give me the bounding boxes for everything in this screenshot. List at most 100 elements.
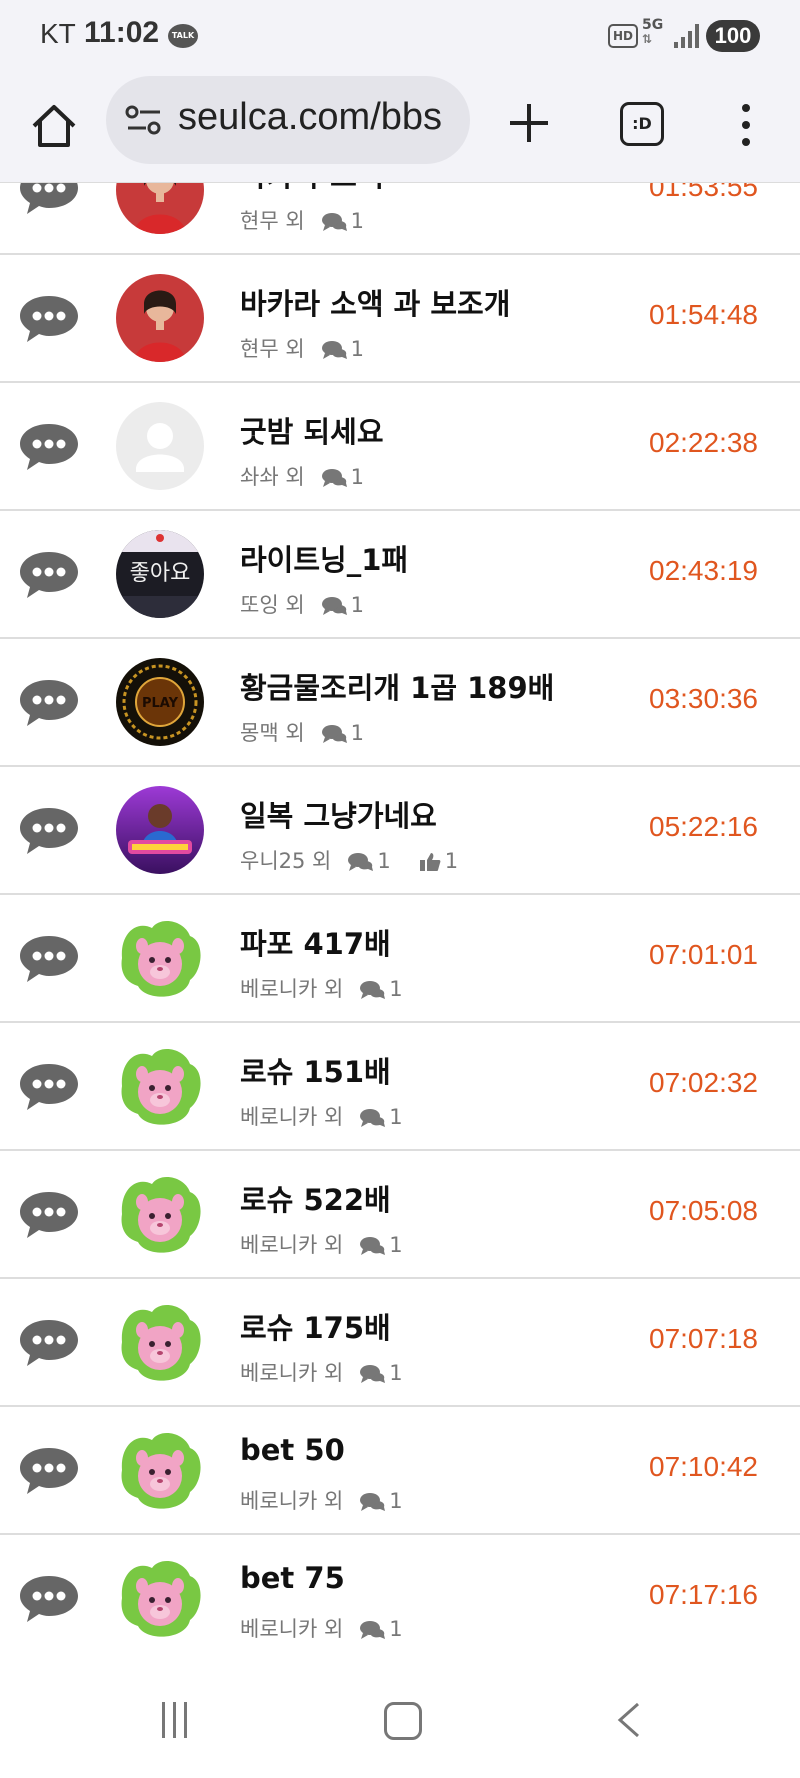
- chat-bubble-icon: [18, 183, 80, 217]
- avatar[interactable]: 좋아요: [116, 530, 204, 618]
- svg-text:좋아요: 좋아요: [130, 561, 191, 586]
- list-item[interactable]: 바카라 소액현무 외 1 01:53:55: [0, 183, 800, 255]
- list-item[interactable]: 파포 417배 베로니카 외 1 07:01:01: [0, 895, 800, 1023]
- post-author: 베로니카 외: [240, 977, 344, 1001]
- post-meta: 베로니카 외 1: [240, 1485, 403, 1515]
- post-title[interactable]: bet 50: [240, 1433, 345, 1467]
- avatar[interactable]: [116, 274, 204, 362]
- comment-icon: [359, 1233, 386, 1257]
- post-meta: 베로니카 외 1: [240, 973, 403, 1003]
- avatar[interactable]: [116, 402, 204, 490]
- post-title[interactable]: 파포 417배: [240, 921, 391, 963]
- list-item[interactable]: 바카라 소액 과 보조개 현무 외 1 01:54:48: [0, 255, 800, 383]
- post-meta: 솨솨 외 1: [240, 461, 364, 491]
- list-item[interactable]: 로슈 522배베로니카 외 1 07:05:08: [0, 1151, 800, 1279]
- network-5g-icon: 5G ⇅: [642, 17, 664, 46]
- carrier-label: KT: [40, 18, 76, 49]
- avatar[interactable]: [116, 1170, 204, 1258]
- post-time: 07:17:16: [649, 1579, 758, 1610]
- post-time: 02:22:38: [649, 427, 758, 458]
- like-count: 1: [444, 849, 459, 873]
- thumbs-up-icon: [419, 849, 441, 873]
- avatar[interactable]: [116, 183, 204, 234]
- post-title[interactable]: 바카라 소액: [240, 183, 384, 195]
- post-time: 07:02:32: [649, 1067, 758, 1098]
- battery-level: 100: [706, 20, 760, 52]
- comment-count: 1: [389, 1361, 403, 1385]
- avatar[interactable]: PLAY: [116, 658, 204, 746]
- avatar[interactable]: [116, 1554, 204, 1642]
- chat-bubble-icon: [18, 1573, 80, 1625]
- post-title[interactable]: 로슈 151배: [240, 1049, 391, 1091]
- svg-text:PLAY: PLAY: [142, 696, 179, 711]
- home-nav-icon[interactable]: [384, 1702, 422, 1740]
- comment-icon: [359, 977, 386, 1001]
- avatar[interactable]: [116, 1298, 204, 1386]
- comment-icon: [321, 465, 347, 489]
- avatar[interactable]: [116, 1042, 204, 1130]
- site-settings-icon[interactable]: [124, 104, 164, 136]
- post-author: 현무 외: [240, 209, 305, 233]
- chat-bubble-icon: [18, 1445, 80, 1497]
- comment-count: 1: [389, 1489, 403, 1513]
- comment-count: 1: [389, 977, 403, 1001]
- list-item[interactable]: bet 75 베로니카 외 1 07:17:16: [0, 1535, 800, 1660]
- post-meta: 또잉 외 1: [240, 589, 364, 619]
- post-author: 베로니카 외: [240, 1233, 344, 1257]
- comment-count: 1: [350, 465, 365, 489]
- recent-apps-icon[interactable]: [162, 1702, 198, 1738]
- clock: 11:02: [84, 16, 160, 49]
- list-item[interactable]: bet 50 베로니카 외 1 07:10:42: [0, 1407, 800, 1535]
- chat-bubble-icon: [18, 293, 80, 345]
- post-time: 07:05:08: [649, 1195, 758, 1226]
- list-item[interactable]: 굿밤 되세요솨솨 외 1 02:22:38: [0, 383, 800, 511]
- post-author: 베로니카 외: [240, 1489, 344, 1513]
- comment-count: 1: [389, 1233, 403, 1257]
- network-label: 5G: [642, 17, 664, 33]
- chat-bubble-icon: [18, 421, 80, 473]
- chat-bubble-icon: [18, 549, 80, 601]
- status-bar: KT 11:02 TALK HD 5G ⇅ 100: [0, 0, 800, 72]
- post-meta: 베로니카 외 1: [240, 1613, 403, 1643]
- list-item[interactable]: 좋아요 라이트닝_1패또잉 외 1 02:43:19: [0, 511, 800, 639]
- comment-icon: [347, 849, 374, 873]
- comment-icon: [359, 1489, 386, 1513]
- post-title[interactable]: 황금물조리개 1곱 189배: [240, 665, 554, 707]
- post-meta: 몽맥 외 1: [240, 717, 364, 747]
- post-time: 02:43:19: [649, 555, 758, 586]
- post-author: 베로니카 외: [240, 1105, 344, 1129]
- post-time: 03:30:36: [649, 683, 758, 714]
- list-item[interactable]: 일복 그냥가네요 우니25 외 1 1 05:22:16: [0, 767, 800, 895]
- post-author: 솨솨 외: [240, 465, 305, 489]
- comment-icon: [359, 1617, 386, 1641]
- new-tab-icon[interactable]: [506, 100, 552, 146]
- kakaotalk-notification-icon: TALK: [168, 24, 198, 48]
- avatar[interactable]: [116, 914, 204, 1002]
- list-item[interactable]: 로슈 151배 베로니카 외 1 07:02:32: [0, 1023, 800, 1151]
- post-title[interactable]: 바카라 소액 과 보조개: [240, 281, 510, 323]
- tab-switcher-button[interactable]: :D: [620, 102, 664, 146]
- comment-icon: [321, 721, 347, 745]
- avatar[interactable]: [116, 786, 204, 874]
- list-item[interactable]: 로슈 175배베로니카 외 1 07:07:18: [0, 1279, 800, 1407]
- post-time: 07:07:18: [649, 1323, 758, 1354]
- browser-toolbar: seulca.com/bbs :D: [0, 72, 800, 183]
- post-author: 또잉 외: [240, 593, 305, 617]
- post-title[interactable]: 로슈 175배: [240, 1305, 391, 1347]
- post-title[interactable]: 로슈 522배: [240, 1177, 391, 1219]
- post-title[interactable]: 굿밤 되세요: [240, 409, 384, 451]
- back-icon[interactable]: [614, 1700, 644, 1740]
- post-time: 07:10:42: [649, 1451, 758, 1482]
- post-author: 베로니카 외: [240, 1617, 344, 1641]
- address-bar[interactable]: seulca.com/bbs: [106, 76, 470, 164]
- avatar[interactable]: [116, 1426, 204, 1514]
- hd-voice-icon: HD: [608, 24, 638, 48]
- post-author: 베로니카 외: [240, 1361, 344, 1385]
- list-item[interactable]: PLAY 황금물조리개 1곱 189배몽맥 외 1 03:30:36: [0, 639, 800, 767]
- post-title[interactable]: 일복 그냥가네요: [240, 793, 437, 835]
- home-icon[interactable]: [28, 100, 80, 152]
- post-title[interactable]: bet 75: [240, 1561, 345, 1595]
- post-title[interactable]: 라이트닝_1패: [240, 537, 408, 579]
- more-menu-icon[interactable]: [736, 100, 756, 150]
- post-meta: 현무 외 1: [240, 333, 364, 363]
